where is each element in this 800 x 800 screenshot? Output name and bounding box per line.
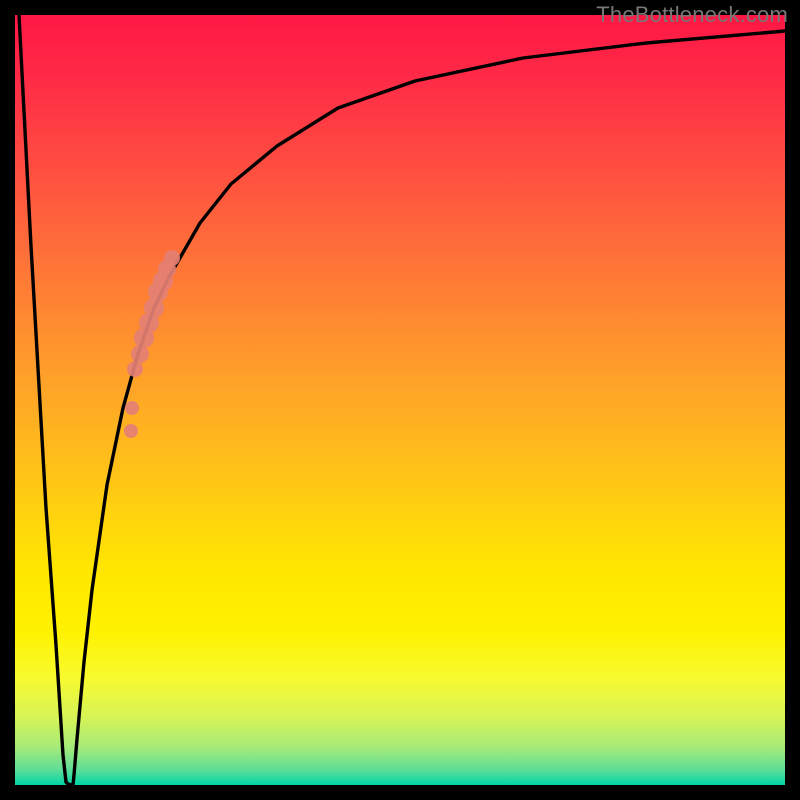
- chart-plot-area: [15, 15, 785, 785]
- watermark-text: TheBottleneck.com: [596, 2, 788, 28]
- gradient-background: [15, 15, 785, 785]
